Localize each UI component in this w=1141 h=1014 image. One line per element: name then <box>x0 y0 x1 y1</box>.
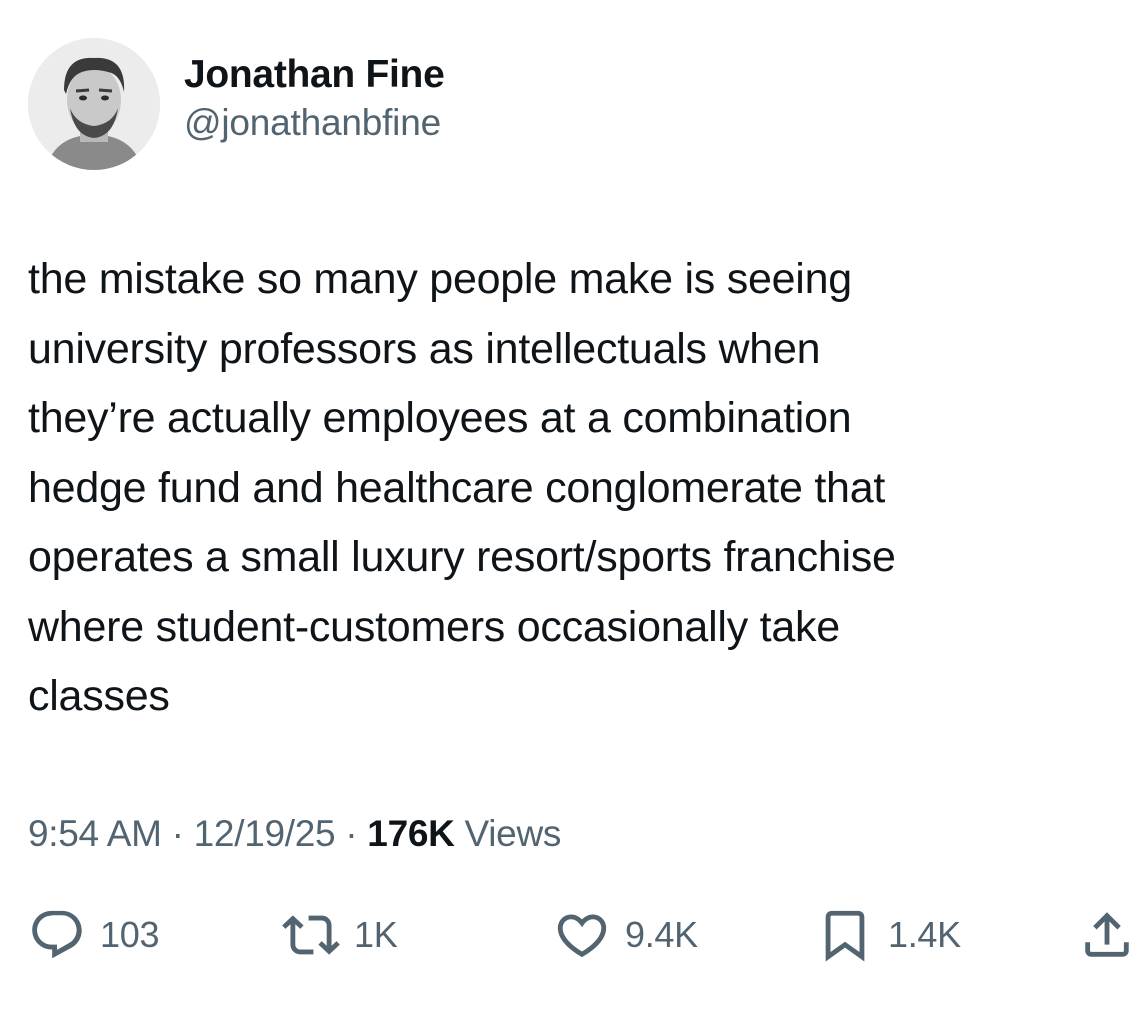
views-count[interactable]: 176K <box>367 813 455 854</box>
repost-button[interactable]: 1K <box>282 900 398 970</box>
bookmark-count: 1.4K <box>888 914 961 955</box>
tweet-time[interactable]: 9:54 AM <box>28 813 162 854</box>
meta-separator: · <box>171 813 184 854</box>
meta-separator: · <box>345 813 358 854</box>
bookmark-button[interactable]: 1.4K <box>816 900 961 970</box>
avatar-image <box>28 38 160 170</box>
views-label: Views <box>464 813 562 854</box>
heart-icon <box>553 906 611 964</box>
avatar[interactable] <box>28 38 160 170</box>
share-icon <box>1078 906 1136 964</box>
share-button[interactable] <box>1078 900 1136 970</box>
like-count: 9.4K <box>625 914 698 955</box>
tweet-date[interactable]: 12/19/25 <box>194 813 336 854</box>
repost-count: 1K <box>354 914 398 955</box>
reply-icon <box>28 906 86 964</box>
tweet-text: the mistake so many people make is seein… <box>28 255 896 720</box>
action-bar: 103 1K 9.4K 1.4K <box>0 900 1141 970</box>
author-names: Jonathan Fine @jonathanbfine <box>184 51 445 147</box>
tweet-meta: 9:54 AM · 12/19/25 · 176K Views <box>28 810 561 858</box>
reply-count: 103 <box>100 914 160 955</box>
reply-button[interactable]: 103 <box>28 900 159 970</box>
tweet-header: Jonathan Fine @jonathanbfine <box>28 38 445 170</box>
tweet: Jonathan Fine @jonathanbfine the mistake… <box>0 0 1141 1014</box>
like-button[interactable]: 9.4K <box>553 900 698 970</box>
author-display-name[interactable]: Jonathan Fine <box>184 51 445 99</box>
author-handle[interactable]: @jonathanbfine <box>184 99 444 147</box>
bookmark-icon <box>816 906 874 964</box>
repost-icon <box>282 906 340 964</box>
